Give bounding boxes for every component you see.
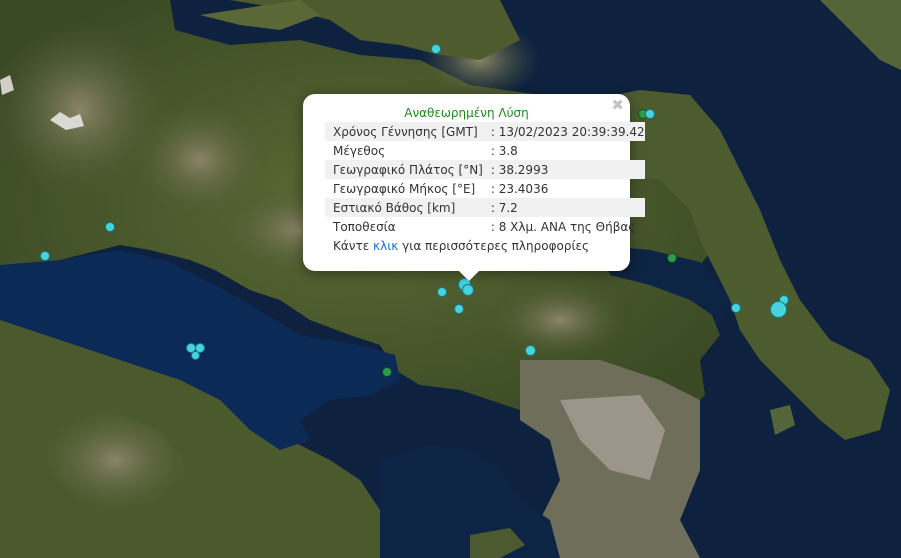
- quake-marker[interactable]: [731, 303, 741, 313]
- quake-marker[interactable]: [382, 367, 392, 377]
- row-label: Γεωγραφικό Πλάτος [°N]: [325, 160, 483, 179]
- table-row: Γεωγραφικό Μήκος [°E] : 23.4036: [325, 179, 645, 198]
- table-row: Γεωγραφικό Πλάτος [°N] : 38.2993: [325, 160, 645, 179]
- quake-marker[interactable]: [105, 222, 115, 232]
- quake-marker[interactable]: [645, 109, 655, 119]
- row-label: Μέγεθος: [333, 143, 386, 158]
- satellite-map[interactable]: ✖ Αναθεωρημένη Λύση Χρόνος Γέννησης [GMT…: [0, 0, 901, 558]
- row-value: : 7.2: [482, 198, 645, 217]
- quake-marker[interactable]: [667, 253, 677, 263]
- more-info-prefix: Κάντε: [333, 239, 370, 253]
- more-info-line: Κάντε κλικ για περισσότερες πληροφορίες: [325, 239, 608, 253]
- earthquake-details-table: Χρόνος Γέννησης [GMT] : 13/02/2023 20:39…: [325, 122, 645, 236]
- row-value: : 23.4036: [490, 181, 549, 196]
- row-label: Χρόνος Γέννησης [GMT]: [325, 122, 483, 141]
- quake-marker[interactable]: [462, 284, 474, 296]
- satellite-imagery: [0, 0, 901, 558]
- close-icon[interactable]: ✖: [611, 97, 624, 113]
- earthquake-info-popup: ✖ Αναθεωρημένη Λύση Χρόνος Γέννησης [GMT…: [303, 94, 645, 281]
- quake-marker[interactable]: [40, 251, 50, 261]
- row-value: : 3.8: [490, 143, 518, 158]
- quake-marker[interactable]: [770, 301, 787, 318]
- popup-title: Αναθεωρημένη Λύση: [404, 106, 529, 120]
- quake-marker[interactable]: [437, 287, 447, 297]
- quake-marker[interactable]: [525, 345, 536, 356]
- row-value: : 38.2993: [482, 160, 645, 179]
- more-info-link[interactable]: κλικ: [373, 239, 398, 253]
- row-label: Τοποθεσία: [333, 219, 396, 234]
- quake-marker[interactable]: [454, 304, 464, 314]
- quake-marker[interactable]: [191, 351, 200, 360]
- quake-marker[interactable]: [431, 44, 441, 54]
- popup-tip: [459, 271, 479, 281]
- table-row: Τοποθεσία : 8 Χλμ. ΑΝΑ της Θήβας: [325, 217, 645, 236]
- more-info-suffix: για περισσότερες πληροφορίες: [402, 239, 590, 253]
- table-row: Εστιακό Βάθος [km] : 7.2: [325, 198, 645, 217]
- row-label: Γεωγραφικό Μήκος [°E]: [333, 181, 476, 196]
- table-row: Μέγεθος : 3.8: [325, 141, 645, 160]
- row-value: : 8 Χλμ. ΑΝΑ της Θήβας: [490, 219, 636, 234]
- table-row: Χρόνος Γέννησης [GMT] : 13/02/2023 20:39…: [325, 122, 645, 141]
- row-value: : 13/02/2023 20:39:39.42: [482, 122, 645, 141]
- row-label: Εστιακό Βάθος [km]: [325, 198, 483, 217]
